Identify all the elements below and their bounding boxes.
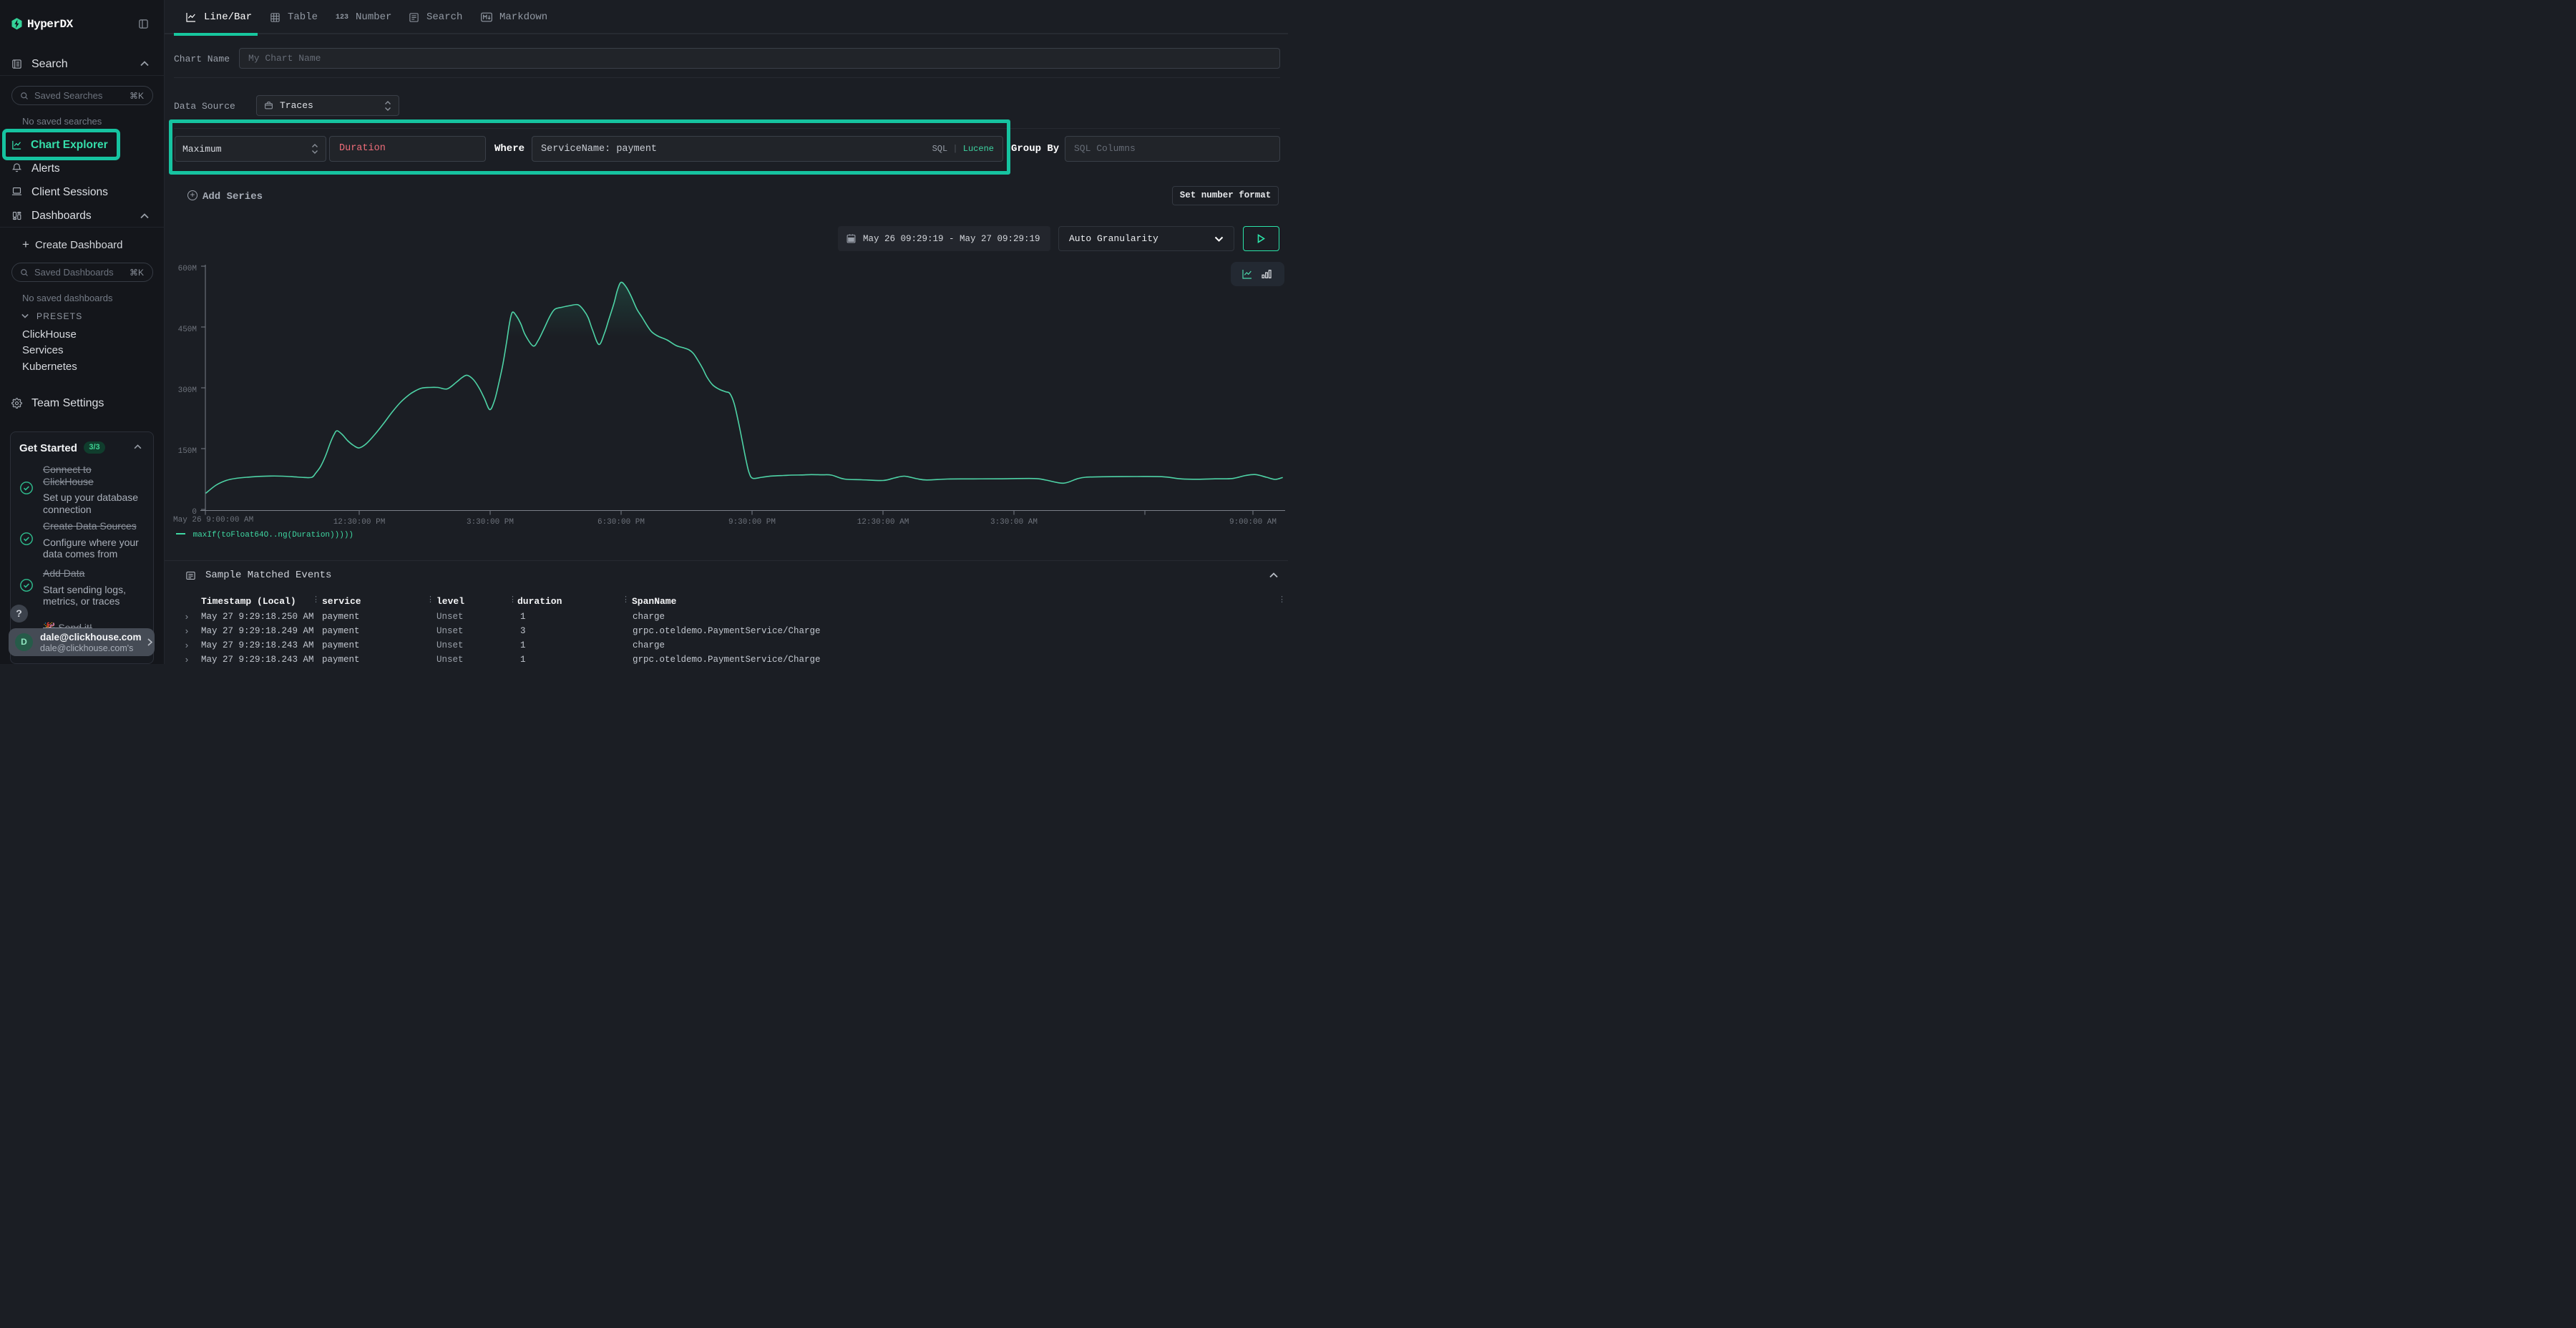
svg-text:12:30:00 AM: 12:30:00 AM: [857, 518, 909, 527]
svg-text:9:30:00 PM: 9:30:00 PM: [728, 518, 776, 527]
svg-text:May 26 9:00:00 AM: May 26 9:00:00 AM: [173, 516, 253, 524]
svg-text:150M: 150M: [178, 447, 197, 456]
svg-text:600M: 600M: [178, 265, 197, 273]
svg-text:450M: 450M: [178, 326, 197, 334]
svg-text:3:30:00 AM: 3:30:00 AM: [990, 518, 1038, 527]
svg-text:9:00:00 AM: 9:00:00 AM: [1229, 518, 1277, 527]
svg-text:300M: 300M: [178, 386, 197, 395]
svg-text:3:30:00 PM: 3:30:00 PM: [467, 518, 514, 527]
svg-text:12:30:00 PM: 12:30:00 PM: [333, 518, 386, 527]
svg-text:6:30:00 PM: 6:30:00 PM: [597, 518, 645, 527]
